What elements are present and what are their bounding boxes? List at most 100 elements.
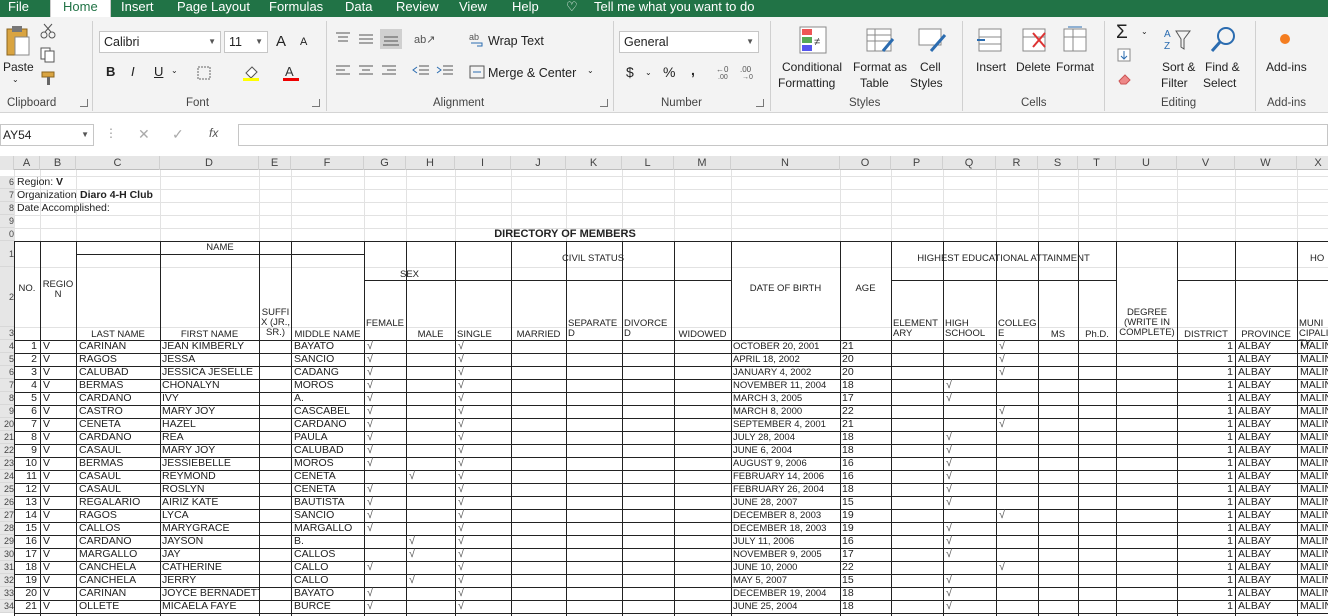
align-right-icon[interactable] [381, 64, 397, 81]
member-last-name[interactable]: CARDAÑO [79, 535, 159, 548]
member-date-of-birth[interactable]: JULY 11, 2006 [733, 535, 794, 548]
row-header[interactable]: 28 [0, 522, 14, 535]
row-header[interactable]: 21 [0, 431, 14, 444]
decrease-indent-icon[interactable] [412, 64, 430, 81]
member-first-name[interactable]: MICAELA FAYE [162, 600, 259, 613]
column-header[interactable]: L [622, 156, 674, 170]
cancel-icon[interactable]: ✕ [138, 126, 150, 143]
member-middle-name[interactable]: CENETA [294, 470, 364, 483]
tab-help[interactable]: Help [512, 0, 539, 17]
row-header[interactable]: 25 [0, 483, 14, 496]
member-last-name[interactable]: MARGALLO [79, 548, 159, 561]
tab-file[interactable]: File [8, 0, 29, 17]
column-header[interactable]: H [406, 156, 455, 170]
font-name-select[interactable]: Calibri ▼ [99, 31, 221, 53]
member-date-of-birth[interactable]: DECEMBER 19, 2004 [733, 587, 826, 600]
sort-filter-label[interactable]: Sort & [1162, 60, 1195, 74]
delete-cells-button[interactable]: Delete [1016, 60, 1051, 74]
row-header[interactable]: 3 [0, 327, 14, 340]
add-ins-icon[interactable] [1280, 34, 1290, 44]
row-header[interactable]: 26 [0, 496, 14, 509]
format-as-table-label-2[interactable]: Table [860, 76, 889, 90]
row-header[interactable]: 7 [0, 189, 14, 202]
member-last-name[interactable]: CASTRO [79, 405, 159, 418]
fill-icon[interactable] [1117, 48, 1131, 65]
row-header[interactable]: 9 [0, 405, 14, 418]
merge-chevron-icon[interactable]: ⌄ [587, 66, 594, 75]
increase-decimal-icon[interactable]: ←0.00 [716, 64, 736, 83]
column-header[interactable]: I [455, 156, 511, 170]
increase-indent-icon[interactable] [436, 64, 454, 81]
merge-center-icon[interactable] [469, 65, 485, 82]
member-first-name[interactable]: LYCA [162, 509, 259, 522]
row-header[interactable]: 9 [0, 215, 14, 228]
row-header[interactable]: 6 [0, 176, 14, 189]
member-date-of-birth[interactable]: OCTOBER 20, 2001 [733, 340, 819, 353]
member-date-of-birth[interactable]: NOVEMBER 11, 2004 [733, 379, 826, 392]
alignment-launcher-icon[interactable] [600, 99, 608, 107]
column-header[interactable]: M [674, 156, 731, 170]
member-middle-name[interactable]: SANCIO [294, 353, 364, 366]
sort-filter-icon[interactable]: AZ [1162, 25, 1192, 58]
member-first-name[interactable]: JESSICA JESELLE [162, 366, 259, 379]
align-top-icon[interactable] [335, 31, 351, 48]
cell-styles-label-2[interactable]: Styles [910, 76, 943, 90]
member-last-name[interactable]: OLLETE [79, 600, 159, 613]
currency-button[interactable]: $ [626, 64, 634, 80]
insert-cells-icon[interactable] [975, 25, 1005, 58]
comma-button[interactable]: , [691, 62, 695, 78]
conditional-formatting-label[interactable]: Conditional [782, 60, 842, 74]
tab-home[interactable]: Home [50, 0, 111, 17]
wrap-text-icon[interactable]: ab [469, 32, 485, 51]
merge-center-button[interactable]: Merge & Center [488, 66, 576, 80]
select-all-corner[interactable] [0, 156, 14, 170]
member-date-of-birth[interactable]: AUGUST 9, 2006 [733, 457, 807, 470]
member-first-name[interactable]: AIRIZ KATE [162, 496, 259, 509]
member-last-name[interactable]: RAGOS [79, 353, 159, 366]
font-color-icon[interactable]: A [282, 64, 300, 85]
tab-formulas[interactable]: Formulas [269, 0, 323, 17]
font-launcher-icon[interactable] [312, 99, 320, 107]
row-header[interactable]: 22 [0, 444, 14, 457]
member-last-name[interactable]: CARDAÑO [79, 431, 159, 444]
number-launcher-icon[interactable] [756, 99, 764, 107]
column-header[interactable]: D [160, 156, 259, 170]
column-header[interactable]: C [76, 156, 160, 170]
member-last-name[interactable]: CALUBAD [79, 366, 159, 379]
row-header[interactable]: 1 [0, 241, 14, 267]
conditional-formatting-icon[interactable]: ≠ [798, 25, 828, 58]
row-header[interactable]: 6 [0, 366, 14, 379]
paste-chevron-icon[interactable]: ⌄ [12, 75, 19, 84]
member-first-name[interactable]: MARY JOY [162, 444, 259, 457]
member-first-name[interactable]: JAYSON [162, 535, 259, 548]
member-last-name[interactable]: CANCHELA [79, 561, 159, 574]
member-middle-name[interactable]: CASCABEL [294, 405, 364, 418]
align-left-icon[interactable] [335, 64, 351, 81]
member-first-name[interactable]: JOYCE BERNADETTE [162, 587, 259, 600]
member-first-name[interactable]: ROSLYN [162, 483, 259, 496]
member-last-name[interactable]: CARDAÑO [79, 392, 159, 405]
member-middle-name[interactable]: CALLO [294, 574, 364, 587]
row-header[interactable]: 23 [0, 457, 14, 470]
cell-styles-icon[interactable] [917, 25, 947, 58]
enter-icon[interactable]: ✓ [172, 126, 184, 143]
member-first-name[interactable]: IVY [162, 392, 259, 405]
member-middle-name[interactable]: MARGALLO [294, 522, 364, 535]
member-middle-name[interactable]: MOROS [294, 457, 364, 470]
member-first-name[interactable]: REA [162, 431, 259, 444]
column-header[interactable]: G [364, 156, 406, 170]
row-header[interactable]: 29 [0, 535, 14, 548]
format-cells-button[interactable]: Format [1056, 60, 1094, 74]
row-header[interactable]: 30 [0, 548, 14, 561]
member-date-of-birth[interactable]: FEBRUARY 26, 2004 [733, 483, 824, 496]
row-header[interactable]: 34 [0, 600, 14, 613]
member-middle-name[interactable]: A. [294, 392, 364, 405]
member-date-of-birth[interactable]: DECEMBER 8, 2003 [733, 509, 821, 522]
conditional-formatting-label-2[interactable]: Formatting [778, 76, 835, 90]
clipboard-launcher-icon[interactable] [80, 99, 88, 107]
clear-icon[interactable] [1117, 71, 1133, 88]
shrink-font-button[interactable]: A [300, 36, 307, 48]
name-box[interactable]: AY54 ▼ [0, 124, 94, 146]
column-header[interactable]: N [731, 156, 840, 170]
column-header[interactable]: T [1078, 156, 1116, 170]
